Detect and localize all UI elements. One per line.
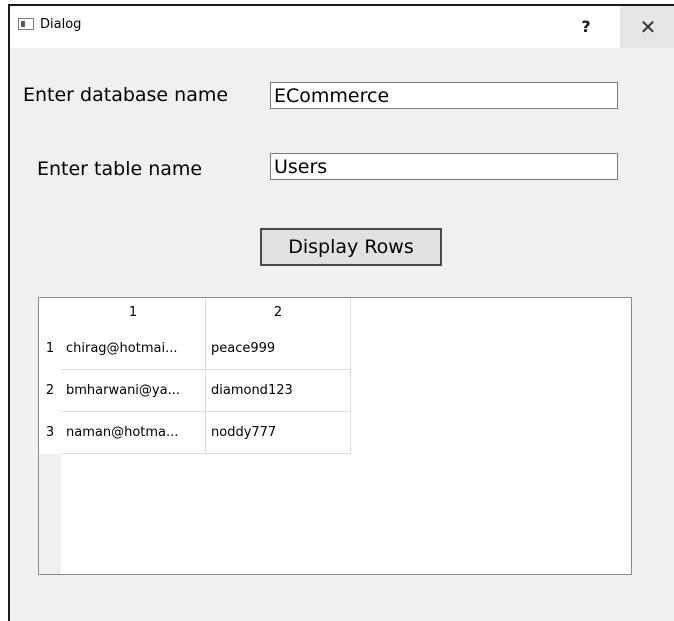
table-corner: [39, 298, 61, 328]
database-name-label: Enter database name: [23, 84, 229, 106]
dialog-window: Dialog ? ✕ Enter database name Enter tab…: [8, 4, 674, 621]
table-cell[interactable]: diamond123: [206, 370, 351, 412]
close-button[interactable]: ✕: [620, 6, 674, 48]
help-button[interactable]: ?: [558, 6, 614, 48]
table-cell[interactable]: peace999: [206, 328, 351, 370]
column-header-2[interactable]: 2: [206, 298, 351, 328]
row-header-2[interactable]: 2: [39, 370, 61, 412]
table-cell[interactable]: bmharwani@ya...: [61, 370, 206, 412]
display-rows-button[interactable]: Display Rows: [260, 228, 442, 266]
database-name-input[interactable]: [270, 82, 618, 109]
table-name-input[interactable]: [270, 153, 618, 180]
table-name-label: Enter table name: [37, 158, 203, 180]
table-cell[interactable]: naman@hotma...: [61, 412, 206, 454]
results-table[interactable]: 1 2 1 2 3 chirag@hotmai... peace999 bmha…: [38, 297, 632, 575]
title-bar[interactable]: Dialog ? ✕: [10, 6, 674, 48]
window-title: Dialog: [40, 17, 82, 32]
row-header-3[interactable]: 3: [39, 412, 61, 454]
table-cell[interactable]: chirag@hotmai...: [61, 328, 206, 370]
row-header-1[interactable]: 1: [39, 328, 61, 370]
column-header-1[interactable]: 1: [61, 298, 206, 328]
app-window-icon: [18, 18, 34, 30]
table-cell[interactable]: noddy777: [206, 412, 351, 454]
